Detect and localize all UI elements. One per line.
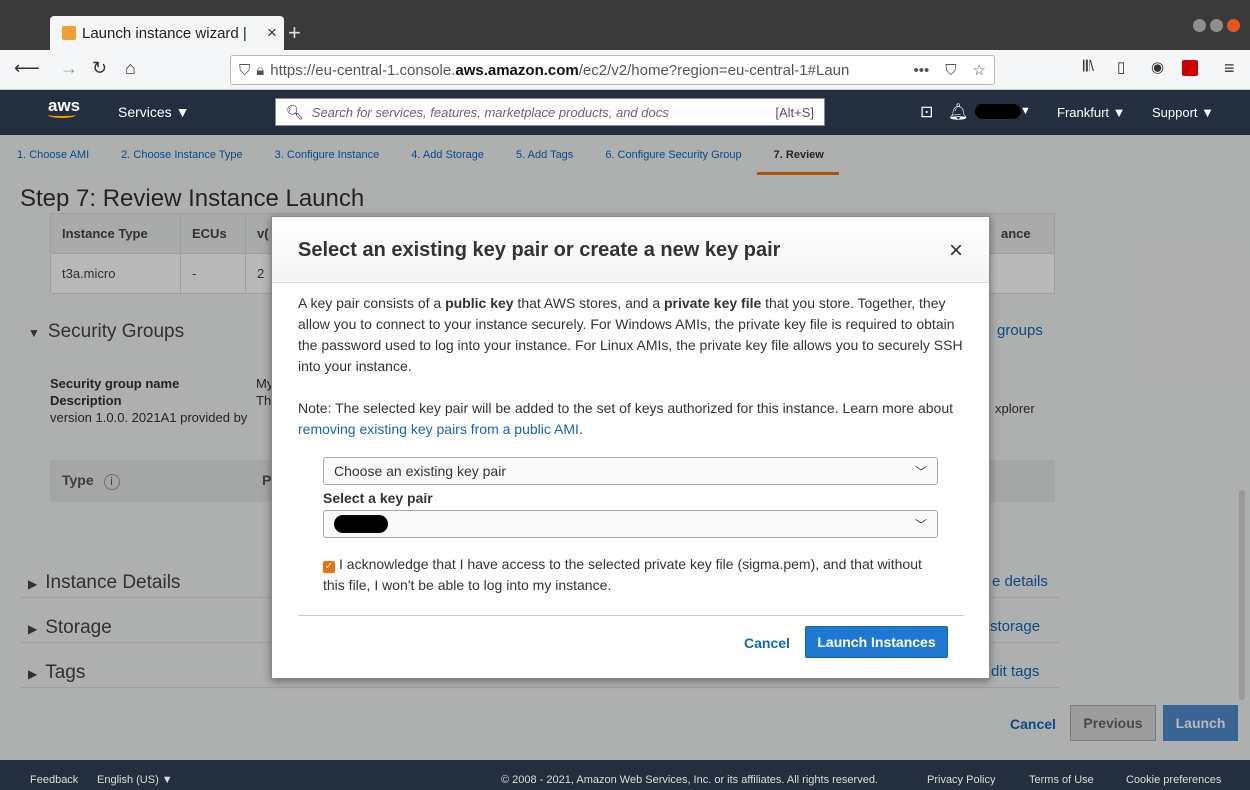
search-icon: 🔍︎ [286, 103, 304, 120]
acknowledge-checkbox[interactable]: ✓ [323, 561, 335, 573]
tab-title: Launch instance wizard | [82, 24, 247, 42]
divider [298, 615, 964, 616]
browser-tabbar: Launch instance wizard | × + [0, 0, 1250, 50]
aws-favicon-icon [62, 26, 76, 40]
select-key-pair-label: Select a key pair [323, 490, 433, 506]
back-icon[interactable]: ⟵ [14, 58, 40, 79]
home-icon[interactable]: ⌂ [125, 58, 136, 79]
menu-icon[interactable]: ≡ [1224, 58, 1235, 79]
terms-of-use-link[interactable]: Terms of Use [1029, 774, 1094, 786]
search-input[interactable]: 🔍︎ Search for services, features, market… [275, 98, 825, 126]
page-actions-icon[interactable]: ••• [906, 62, 938, 79]
key-pair-explanation: A key pair consists of a public key that… [298, 295, 963, 374]
key-pair-note: Note: The selected key pair will be adde… [298, 400, 954, 437]
page-scrollbar[interactable] [1239, 490, 1245, 700]
browser-navbar: ⟵ → ↻ ⌂ ⛉ 🔒︎ https://eu-central-1.consol… [0, 50, 1250, 90]
key-pair-name-redacted [334, 515, 388, 534]
aws-footer: Feedback English (US) ▼ © 2008 - 2021, A… [0, 760, 1250, 790]
modal-header: Select an existing key pair or create a … [272, 217, 989, 283]
aws-logo[interactable]: aws [48, 96, 80, 118]
minimize-icon[interactable] [1193, 19, 1206, 32]
library-icon[interactable]: 𝄃𝄃\ [1083, 58, 1094, 75]
lock-icon[interactable]: 🔒︎ [256, 62, 264, 79]
bookmark-star-icon[interactable]: ☆ [965, 61, 994, 79]
region-menu[interactable]: Frankfurt ▼ [1057, 105, 1126, 120]
acknowledge-label: I acknowledge that I have access to the … [323, 556, 922, 593]
pocket-icon[interactable]: ⛉ [937, 62, 964, 79]
new-tab-icon[interactable]: + [288, 20, 301, 46]
cloudshell-icon[interactable]: ⊡ [920, 102, 933, 122]
privacy-policy-link[interactable]: Privacy Policy [927, 774, 995, 786]
window-controls [1193, 19, 1240, 32]
key-pair-select[interactable]: ﹀ [323, 510, 938, 538]
browser-tab[interactable]: Launch instance wizard | × [50, 16, 284, 50]
account-menu-redacted[interactable] [975, 104, 1021, 119]
services-menu[interactable]: Services ▼ [118, 104, 189, 120]
chevron-down-icon: ﹀ [914, 464, 927, 479]
support-menu[interactable]: Support ▼ [1152, 105, 1214, 120]
account-icon[interactable]: ◉ [1151, 58, 1164, 76]
modal-description: A key pair consists of a public key that… [298, 293, 968, 440]
extension-icon[interactable] [1182, 60, 1198, 76]
bell-icon[interactable]: 🔔︎ [948, 102, 968, 122]
remove-key-pairs-link[interactable]: removing existing key pairs from a publi… [298, 421, 579, 437]
sidebar-icon[interactable]: ▯ [1117, 58, 1125, 76]
launch-instances-button[interactable]: Launch Instances [805, 626, 948, 658]
cookie-preferences-link[interactable]: Cookie preferences [1126, 774, 1221, 786]
copyright-text: © 2008 - 2021, Amazon Web Services, Inc.… [501, 774, 878, 786]
maximize-icon[interactable] [1210, 19, 1223, 32]
feedback-link[interactable]: Feedback [30, 774, 78, 786]
key-pair-mode-select[interactable]: Choose an existing key pair ﹀ [323, 457, 938, 485]
chevron-down-icon: ﹀ [914, 517, 927, 532]
acknowledge-checkbox-row[interactable]: ✓ I acknowledge that I have access to the… [323, 554, 938, 596]
modal-cancel-button[interactable]: Cancel [744, 635, 790, 651]
reload-icon[interactable]: ↻ [92, 58, 107, 79]
search-placeholder: Search for services, features, marketpla… [311, 104, 669, 120]
close-icon[interactable]: × [949, 237, 963, 265]
close-window-icon[interactable] [1227, 19, 1240, 32]
address-bar[interactable]: ⛉ 🔒︎ https://eu-central-1.console.aws.am… [230, 55, 995, 85]
modal-title: Select an existing key pair or create a … [298, 239, 781, 261]
aws-header: aws Services ▼ 🔍︎ Search for services, f… [0, 90, 1250, 135]
chevron-down-icon[interactable]: ▼ [1020, 105, 1031, 117]
forward-icon[interactable]: → [60, 58, 78, 79]
shield-icon[interactable]: ⛉ [239, 62, 250, 79]
search-shortcut: [Alt+S] [775, 104, 814, 120]
key-pair-modal: Select an existing key pair or create a … [271, 216, 990, 679]
language-selector[interactable]: English (US) ▼ [97, 774, 173, 786]
url-text: https://eu-central-1.console.aws.amazon.… [270, 61, 850, 79]
close-tab-icon[interactable]: × [260, 23, 284, 43]
